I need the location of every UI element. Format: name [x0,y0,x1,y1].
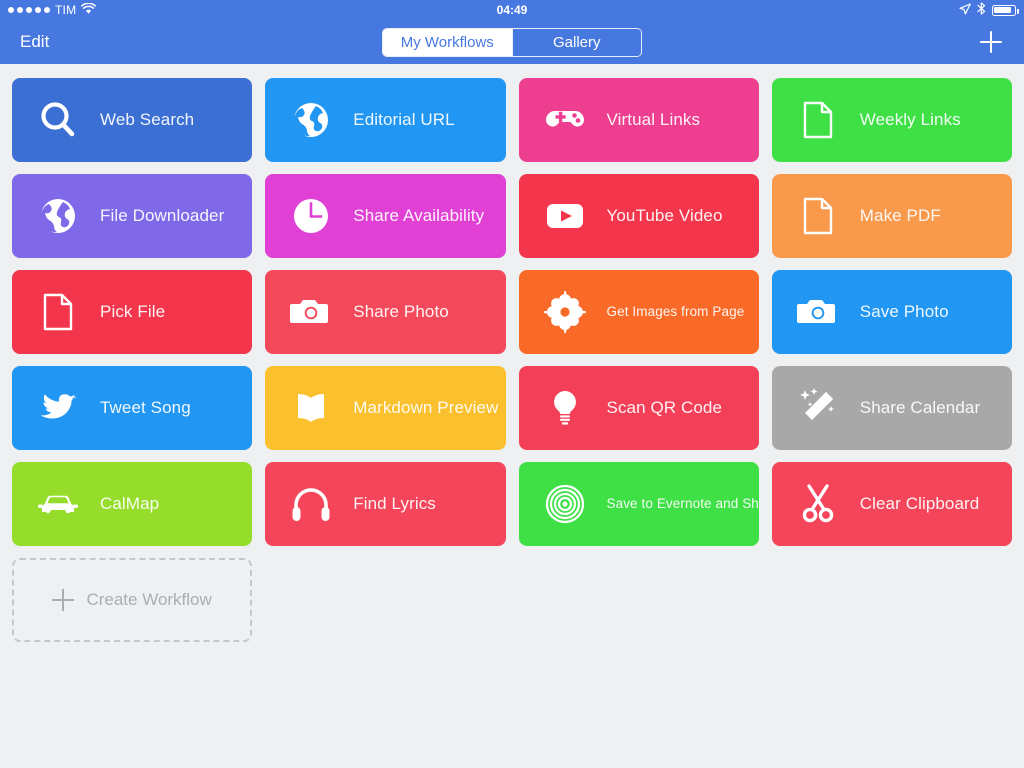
workflow-tile-label: Markdown Preview [353,397,499,417]
status-bar-left: TIM [8,2,97,18]
tab-my-workflows[interactable]: My Workflows [383,28,512,56]
workflow-tile-label: Editorial URL [353,109,455,129]
battery-icon [992,4,1019,16]
workflow-tile-label: Weekly Links [859,109,961,129]
document-icon [36,290,80,334]
workflow-tile-label: Web Search [100,109,195,129]
add-workflow-button[interactable] [976,27,1006,57]
workflow-tile-label: Get Images from Page [606,303,745,319]
workflow-tile[interactable]: YouTube Video [518,174,759,258]
wifi-icon [81,2,97,18]
workflow-tile-label: Tweet Song [100,397,191,417]
workflow-tile-label: Save to Evernote and Share [606,495,759,511]
view-mode-segmented-control[interactable]: My Workflows Gallery [382,27,642,57]
workflow-tile-label: Share Availability [353,205,485,225]
workflow-tile[interactable]: Editorial URL [265,78,506,162]
workflow-tile[interactable]: Save Photo [771,270,1012,354]
workflow-tile[interactable]: File Downloader [12,174,253,258]
workflow-tile-label: Pick File [100,301,166,321]
workflow-tile-label: Save Photo [859,301,949,321]
status-bar: TIM 04:49 [0,0,1024,20]
play-icon [543,194,587,238]
scissors-icon [796,482,840,526]
workflow-tile[interactable]: CalMap [12,462,253,546]
magnifier-icon [36,98,80,142]
carrier-label: TIM [55,3,77,17]
workflow-tile-label: Make PDF [859,205,941,225]
workflow-tile[interactable]: Make PDF [771,174,1012,258]
workflow-tile[interactable]: Tweet Song [12,366,253,450]
workflow-tile-label: YouTube Video [606,205,723,225]
flower-gear-icon [543,290,587,334]
globe-icon [289,98,333,142]
workflow-tile-label: Clear Clipboard [859,493,980,513]
edit-button[interactable]: Edit [18,28,51,56]
target-rings-icon [543,482,587,526]
clock-icon [289,194,333,238]
status-bar-clock: 04:49 [496,3,528,17]
camera-icon [796,290,840,334]
workflow-tile-label: File Downloader [100,205,225,225]
navigation-bar: Edit My Workflows Gallery [0,20,1024,64]
workflow-tile-label: Share Photo [353,301,449,321]
workflow-tile[interactable]: Clear Clipboard [771,462,1012,546]
gamepad-icon [543,98,587,142]
workflow-tile[interactable]: Pick File [12,270,253,354]
workflow-tile[interactable]: Share Calendar [771,366,1012,450]
twitter-bird-icon [36,386,80,430]
workflow-tile[interactable]: Markdown Preview [265,366,506,450]
workflow-tile[interactable]: Weekly Links [771,78,1012,162]
workflow-tile[interactable]: Save to Evernote and Share [518,462,759,546]
workflow-tile-label: Share Calendar [859,397,981,417]
car-icon [36,482,80,526]
workflow-tile[interactable]: Virtual Links [518,78,759,162]
signal-strength-icon [8,7,50,13]
bluetooth-icon [977,2,986,18]
location-arrow-icon [959,2,971,18]
document-icon [796,98,840,142]
headphones-icon [289,482,333,526]
globe-icon [36,194,80,238]
workflow-tile[interactable]: Share Availability [265,174,506,258]
status-bar-right [959,2,1019,18]
workflow-tile-label: Virtual Links [606,109,701,129]
create-workflow-label: Create Workflow [86,590,212,609]
workflow-tile-label: Scan QR Code [606,397,723,417]
tab-gallery[interactable]: Gallery [511,28,641,56]
open-book-icon [289,386,333,430]
document-icon [796,194,840,238]
workflow-tile[interactable]: Get Images from Page [518,270,759,354]
plus-icon [52,589,75,611]
workflow-tile[interactable]: Share Photo [265,270,506,354]
workflow-tile[interactable]: Web Search [12,78,253,162]
lightbulb-icon [543,386,587,430]
workflow-tile[interactable]: Find Lyrics [265,462,506,546]
magic-wand-icon [796,386,840,430]
workflow-tile-label: Find Lyrics [353,493,436,513]
workflow-tile-label: CalMap [100,493,160,513]
workflow-tile[interactable]: Scan QR Code [518,366,759,450]
camera-icon [289,290,333,334]
workflow-grid: Web Search Editorial URL Virtual Links W… [0,64,1024,656]
create-workflow-button[interactable]: Create Workflow [12,558,253,642]
